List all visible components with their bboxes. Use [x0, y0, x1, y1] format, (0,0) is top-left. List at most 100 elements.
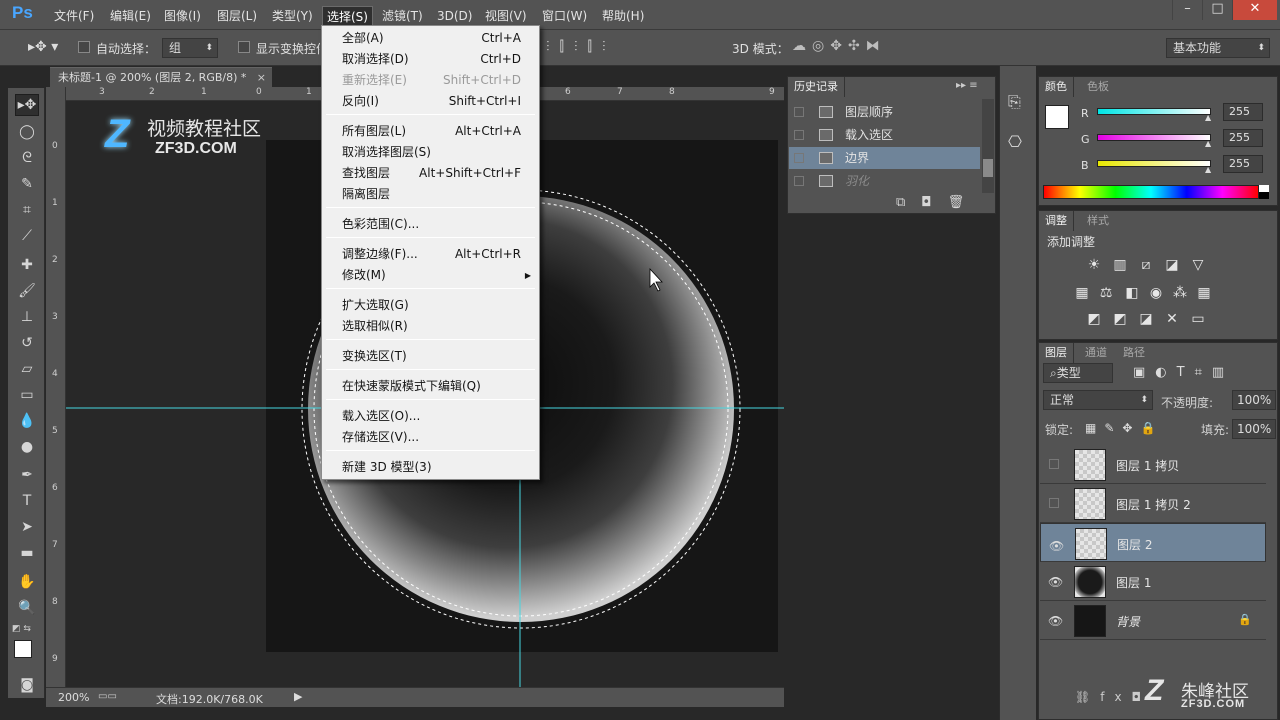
menu-3[interactable]: 图像(I)	[160, 6, 205, 26]
history-state[interactable]: 载入选区	[789, 124, 980, 146]
hand-tool-icon[interactable]: ✋	[15, 571, 39, 593]
menu-8[interactable]: 3D(D)	[433, 6, 476, 26]
curves-icon[interactable]: ⧄	[1137, 257, 1155, 273]
minimize-button[interactable]: –	[1172, 0, 1202, 20]
menu-2[interactable]: 编辑(E)	[106, 6, 155, 26]
channel-slider[interactable]	[1097, 108, 1211, 115]
gradient-map-icon[interactable]: ✕	[1163, 311, 1181, 327]
menu-9[interactable]: 视图(V)	[481, 6, 531, 26]
select-menu-item[interactable]: 载入选区(O)...	[322, 406, 539, 427]
dodge-tool-icon[interactable]: ●	[15, 436, 39, 458]
align-distribute-icons[interactable]: ⫶⫿⫶⫿⫶	[546, 39, 615, 55]
slider-thumb-icon[interactable]: ▲	[1205, 113, 1211, 122]
spectrum-white[interactable]	[1259, 185, 1269, 192]
channel-mixer-icon[interactable]: ⁂	[1171, 285, 1189, 301]
visibility-toggle-box[interactable]	[1049, 459, 1059, 469]
move-tool-preset-icon[interactable]: ▸✥ ▾	[28, 39, 58, 55]
layer-name[interactable]: 图层 1	[1116, 574, 1151, 591]
visibility-eye-icon[interactable]: 👁	[1048, 614, 1063, 628]
layer-filter-dropdown[interactable]: ⌕类型	[1043, 363, 1113, 383]
styles-tab[interactable]: 样式	[1081, 211, 1115, 231]
select-menu-item[interactable]: 存储选区(V)...	[322, 427, 539, 448]
select-menu-item[interactable]: 取消选择(D) Ctrl+D	[322, 49, 539, 70]
layer-name[interactable]: 图层 2	[1117, 536, 1152, 554]
lasso-tool-icon[interactable]: ᘓ	[15, 147, 39, 169]
clone-stamp-icon[interactable]: ⊥	[15, 306, 39, 328]
move-tool-icon[interactable]: ▸✥	[15, 94, 39, 116]
menu-11[interactable]: 帮助(H)	[598, 6, 648, 26]
threshold-icon[interactable]: ◪	[1137, 311, 1155, 327]
select-menu-item[interactable]: 在快速蒙版模式下编辑(Q)	[322, 376, 539, 397]
layer-row[interactable]: 👁 图层 1	[1040, 562, 1266, 601]
select-menu-item[interactable]: 全部(A) Ctrl+A	[322, 28, 539, 49]
invert-icon[interactable]: ◩	[1085, 311, 1103, 327]
vibrance-icon[interactable]: ▽	[1189, 257, 1207, 273]
select-menu-item[interactable]: 修改(M) ▶	[322, 265, 539, 286]
fill-input[interactable]: 100%	[1232, 419, 1276, 439]
brush-tool-icon[interactable]: 🖌	[15, 280, 39, 302]
exposure-icon[interactable]: ◪	[1163, 257, 1181, 273]
history-scroll-thumb[interactable]	[983, 159, 993, 177]
select-menu-item[interactable]: 选取相似(R)	[322, 316, 539, 337]
layers-tab[interactable]: 图层	[1039, 343, 1074, 363]
marquee-tool-icon[interactable]: ◯	[15, 121, 39, 143]
select-menu-item[interactable]: 查找图层 Alt+Shift+Ctrl+F	[322, 163, 539, 184]
levels-icon[interactable]: ▥	[1111, 257, 1129, 273]
menu-1[interactable]: 文件(F)	[50, 6, 98, 26]
zoom-level[interactable]: 200%	[58, 691, 89, 704]
show-transform-checkbox[interactable]	[238, 41, 250, 53]
path-select-icon[interactable]: ➤	[15, 516, 39, 538]
menu-4[interactable]: 图层(L)	[213, 6, 261, 26]
layer-name[interactable]: 图层 1 拷贝	[1116, 457, 1179, 474]
menu-5[interactable]: 类型(Y)	[268, 6, 317, 26]
history-tab[interactable]: 历史记录	[788, 77, 845, 97]
opacity-input[interactable]: 100%	[1232, 390, 1276, 410]
adjustments-tab[interactable]: 调整	[1039, 211, 1074, 231]
layer-name[interactable]: 背景	[1116, 613, 1140, 630]
history-actions-icons[interactable]: ⧉◘🗑	[896, 195, 980, 210]
visibility-eye-icon[interactable]: 👁	[1048, 575, 1063, 589]
photo-filter-icon[interactable]: ◉	[1147, 285, 1165, 301]
pen-tool-icon[interactable]: ✒	[15, 464, 39, 486]
visibility-toggle-box[interactable]	[1049, 498, 1059, 508]
panel-collapse-icon[interactable]: ▸▸ ≡	[956, 80, 978, 91]
healing-brush-icon[interactable]: ✚	[15, 254, 39, 276]
slider-thumb-icon[interactable]: ▲	[1205, 165, 1211, 174]
select-menu-item[interactable]: 反向(I) Shift+Ctrl+I	[322, 91, 539, 112]
document-tab[interactable]: 未标题-1 @ 200% (图层 2, RGB/8) * ×	[50, 67, 272, 87]
color-lookup-icon[interactable]: ▦	[1195, 285, 1213, 301]
history-scrollbar[interactable]	[982, 99, 994, 193]
history-snapshot-box[interactable]	[794, 176, 804, 186]
rectangle-tool-icon[interactable]: ▬	[15, 542, 39, 564]
black-white-icon[interactable]: ◧	[1123, 285, 1141, 301]
select-menu-item[interactable]: 所有图层(L) Alt+Ctrl+A	[322, 121, 539, 142]
channel-slider[interactable]	[1097, 134, 1211, 141]
history-state[interactable]: 边界	[789, 147, 980, 169]
channel-value-input[interactable]: 255	[1223, 103, 1263, 121]
paths-tab[interactable]: 路径	[1117, 343, 1151, 363]
type-tool-icon[interactable]: T	[15, 490, 39, 512]
history-state[interactable]: 羽化	[789, 170, 980, 192]
close-tab-icon[interactable]: ×	[257, 68, 266, 87]
lock-icons[interactable]: ▦✎✥🔒	[1085, 421, 1163, 435]
selective-color-icon[interactable]: ▭	[1189, 311, 1207, 327]
history-snapshot-box[interactable]	[794, 107, 804, 117]
gradient-tool-icon[interactable]: ▭	[15, 384, 39, 406]
select-menu-item[interactable]: 取消选择图层(S)	[322, 142, 539, 163]
history-state[interactable]: 图层顺序	[789, 101, 980, 123]
visibility-eye-icon[interactable]: 👁	[1049, 537, 1064, 555]
history-dock-icon[interactable]: ⎘	[1008, 92, 1021, 112]
foreground-color-swatch[interactable]	[14, 640, 32, 658]
slider-thumb-icon[interactable]: ▲	[1205, 139, 1211, 148]
status-menu-arrow-icon[interactable]: ▶	[294, 690, 302, 703]
history-snapshot-box[interactable]	[794, 130, 804, 140]
menu-6[interactable]: 选择(S)	[322, 6, 373, 26]
blur-tool-icon[interactable]: 💧	[15, 410, 39, 432]
hue-sat-icon[interactable]: ▦	[1073, 285, 1091, 301]
channel-value-input[interactable]: 255	[1223, 155, 1263, 173]
crop-tool-icon[interactable]: ⌗	[15, 199, 39, 221]
filter-type-icons[interactable]: ▣◐T⌗▥	[1133, 365, 1234, 380]
color-balance-icon[interactable]: ⚖	[1097, 285, 1115, 301]
menu-7[interactable]: 滤镜(T)	[378, 6, 427, 26]
workspace-dropdown[interactable]: 基本功能 ⬍	[1166, 38, 1270, 58]
